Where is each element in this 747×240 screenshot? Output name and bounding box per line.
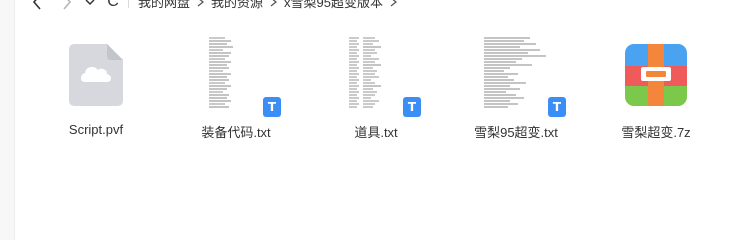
file-name: Script.pvf <box>68 122 124 137</box>
chevron-right-icon <box>63 0 72 10</box>
file-item-items-txt[interactable]: T 道具.txt <box>306 30 446 145</box>
forward-button[interactable] <box>58 0 76 10</box>
file-item-xueli95-txt[interactable]: T 雪梨95超变.txt <box>446 30 586 145</box>
file-name: 装备代码.txt <box>201 125 271 140</box>
text-badge-icon: T <box>403 97 421 117</box>
text-badge-icon: T <box>548 97 566 117</box>
file-item-xueli-7z[interactable]: 雪梨超变.7z <box>586 30 726 145</box>
navigation-bar: C 我的网盘 我的资源 x雪梨95超变版本 <box>14 0 747 12</box>
file-item-equipment-code-txt[interactable]: T 装备代码.txt <box>166 30 306 145</box>
breadcrumb: 我的网盘 我的资源 x雪梨95超变版本 <box>138 0 404 11</box>
chevron-right-icon <box>270 0 278 7</box>
file-name: 道具.txt <box>354 125 398 140</box>
breadcrumb-item-my-resources[interactable]: 我的资源 <box>211 0 263 11</box>
file-browser-window: C 我的网盘 我的资源 x雪梨95超变版本 Script.pvf T 装备代码.… <box>0 0 747 240</box>
cloud-file-icon <box>69 44 123 111</box>
nav-divider <box>128 0 129 8</box>
back-button[interactable] <box>28 0 46 10</box>
text-badge-icon: T <box>263 97 281 117</box>
txt-file-icon: T <box>205 35 281 117</box>
history-dropdown-button[interactable] <box>84 0 96 10</box>
file-item-script-pvf[interactable]: Script.pvf <box>26 30 166 145</box>
archive-icon <box>625 44 687 111</box>
sidebar-edge <box>0 0 15 240</box>
chevron-left-icon <box>32 0 41 10</box>
chevron-down-icon <box>85 0 95 6</box>
refresh-icon: C <box>107 0 119 10</box>
chevron-right-icon <box>197 0 205 7</box>
file-grid: Script.pvf T 装备代码.txt T 道具.txt T 雪梨95超变.… <box>14 30 747 150</box>
file-name: 雪梨超变.7z <box>621 125 691 140</box>
refresh-button[interactable]: C <box>104 0 122 10</box>
chevron-right-icon <box>390 0 397 7</box>
file-name: 雪梨95超变.txt <box>474 125 558 140</box>
breadcrumb-item-my-drive[interactable]: 我的网盘 <box>138 0 190 11</box>
breadcrumb-item-current-folder[interactable]: x雪梨95超变版本 <box>284 0 383 11</box>
txt-file-icon: T <box>480 35 566 117</box>
txt-file-icon: T <box>345 35 421 117</box>
